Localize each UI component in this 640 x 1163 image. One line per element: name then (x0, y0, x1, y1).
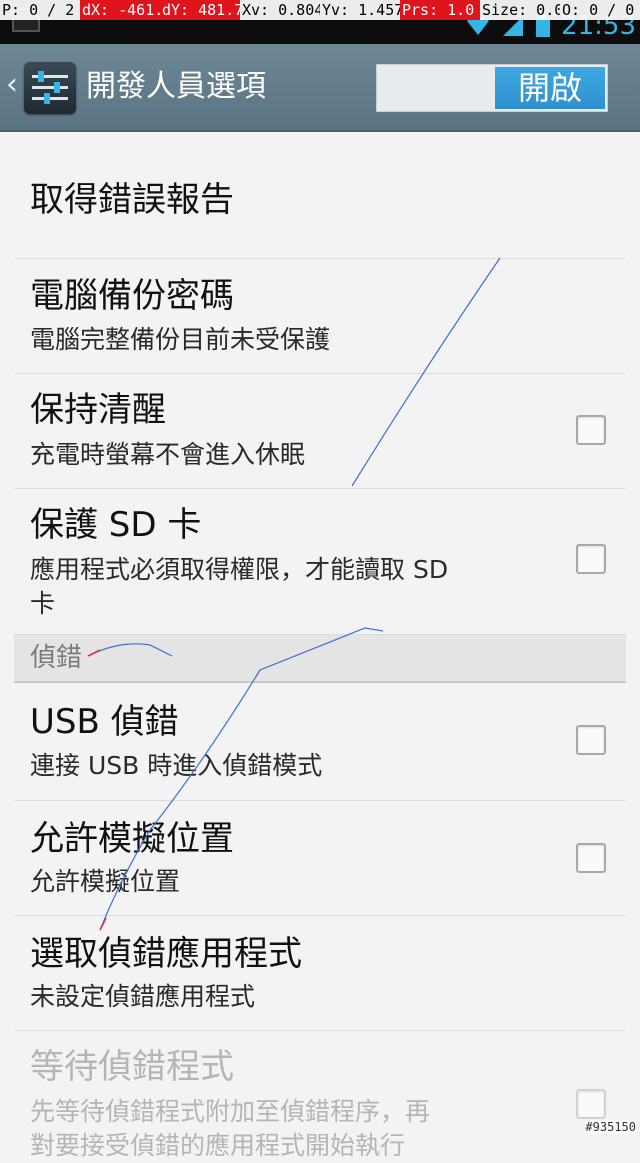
toggle-on-label: 開啟 (495, 67, 605, 109)
pointer-location-overlay: P: 0 / 2 dX: -461.6 dY: 481.7 Xv: 0.804 … (0, 0, 640, 20)
item-subtitle-line2: 對要接受偵錯的應用程式開始執行 (30, 1131, 406, 1160)
mock-locations-checkbox[interactable] (576, 843, 606, 873)
pointer-prs: Prs: 1.0 (400, 0, 480, 20)
back-caret-icon[interactable]: ‹ (6, 70, 18, 100)
item-title: 選取偵錯應用程式 (30, 934, 302, 974)
list-item-bug-report[interactable]: 取得錯誤報告 (14, 132, 626, 259)
stay-awake-checkbox[interactable] (576, 415, 606, 445)
pointer-size: Size: 0.04 (480, 0, 560, 20)
section-title: 偵錯 (30, 643, 83, 673)
item-title: 電腦備份密碼 (30, 276, 234, 316)
item-title: USB 偵錯 (30, 702, 179, 742)
pointer-count: P: 0 / 2 (0, 0, 80, 20)
developer-options-toggle[interactable]: 開啟 (376, 64, 608, 112)
item-title: 取得錯誤報告 (30, 180, 234, 220)
list-item-wait-for-debugger[interactable]: 等待偵錯程式 先等待偵錯程式附加至偵錯程序，再 對要接受偵錯的應用程式開始執行 (14, 1031, 626, 1161)
protect-sd-checkbox[interactable] (576, 544, 606, 574)
wait-for-debugger-checkbox[interactable] (576, 1089, 606, 1119)
item-subtitle: 電腦完整備份目前未受保護 (30, 325, 331, 354)
list-item-stay-awake[interactable]: 保持清醒 充電時螢幕不會進入休眠 (14, 374, 626, 489)
item-title: 保護 SD 卡 (30, 505, 202, 545)
item-title: 允許模擬位置 (30, 819, 234, 859)
list-item-protect-sd[interactable]: 保護 SD 卡 應用程式必須取得權限，才能讀取 SD 卡 (14, 489, 626, 635)
item-subtitle-line2: 卡 (30, 589, 56, 618)
action-bar: ‹ 開發人員選項 開啟 (0, 44, 640, 132)
page-title: 開發人員選項 (86, 69, 266, 104)
settings-sliders-icon[interactable] (24, 62, 76, 114)
item-subtitle: 未設定偵錯應用程式 (30, 982, 256, 1011)
item-subtitle: 充電時螢幕不會進入休眠 (30, 440, 306, 469)
usb-debugging-checkbox[interactable] (576, 725, 606, 755)
list-item-backup-password[interactable]: 電腦備份密碼 電腦完整備份目前未受保護 (14, 259, 626, 374)
settings-list: 取得錯誤報告 電腦備份密碼 電腦完整備份目前未受保護 保持清醒 充電時螢幕不會進… (0, 132, 640, 1161)
item-title: 等待偵錯程式 (30, 1047, 234, 1087)
item-subtitle: 允許模擬位置 (30, 867, 181, 896)
item-subtitle: 連接 USB 時進入偵錯模式 (30, 751, 323, 780)
pointer-orientation: O: 0 / 0 (560, 0, 640, 20)
list-item-mock-locations[interactable]: 允許模擬位置 允許模擬位置 (14, 801, 626, 916)
pointer-dx: dX: -461.6 (80, 0, 160, 20)
list-item-select-debug-app[interactable]: 選取偵錯應用程式 未設定偵錯應用程式 (14, 916, 626, 1031)
watermark: #935150 (585, 1120, 636, 1134)
item-subtitle-line1: 先等待偵錯程式附加至偵錯程序，再 (30, 1097, 431, 1126)
item-subtitle-line1: 應用程式必須取得權限，才能讀取 SD (30, 555, 449, 584)
item-title: 保持清醒 (30, 390, 166, 430)
pointer-xv: Xv: 0.804 (240, 0, 320, 20)
pointer-yv: Yv: 1.457 (320, 0, 400, 20)
section-header-debugging: 偵錯 (14, 635, 626, 683)
list-item-usb-debugging[interactable]: USB 偵錯 連接 USB 時進入偵錯模式 (14, 683, 626, 801)
pointer-dy: dY: 481.7 (160, 0, 240, 20)
